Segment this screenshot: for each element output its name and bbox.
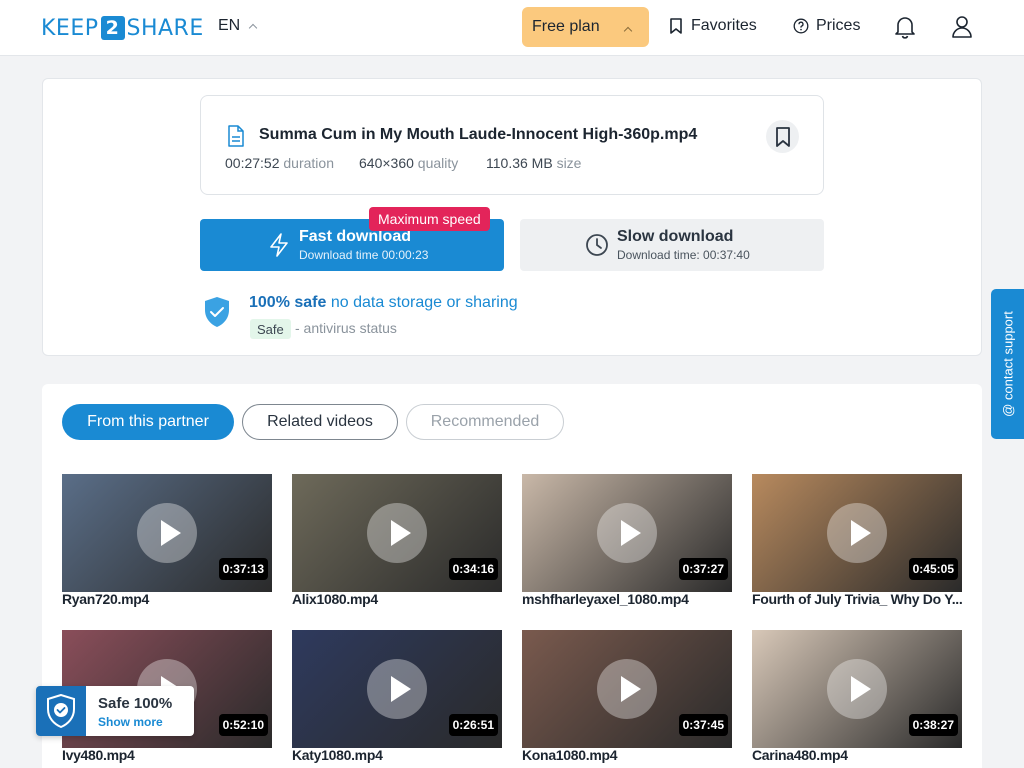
video-title[interactable]: Alix1080.mp4 (292, 591, 504, 607)
chevron-up-icon (623, 26, 633, 36)
bookmark-button[interactable] (766, 120, 799, 153)
top-header: KEEP 2 SHARE EN Free plan Favorites Pric… (0, 0, 1024, 56)
video-duration: 0:26:51 (448, 714, 498, 736)
video-duration: 0:37:27 (678, 558, 728, 580)
logo-text-mid: 2 (100, 16, 125, 40)
fast-download-time: Download time 00:00:23 (299, 248, 429, 262)
shield-check-icon (203, 296, 231, 333)
play-icon[interactable] (137, 503, 197, 563)
video-title[interactable]: Fourth of July Trivia_ Why Do Y... (752, 591, 964, 607)
user-icon[interactable] (951, 15, 973, 44)
play-icon[interactable] (827, 659, 887, 719)
slow-download-time: Download time: 00:37:40 (617, 248, 750, 262)
clock-icon (585, 233, 609, 262)
video-thumbnail[interactable]: 0:37:27 (522, 474, 732, 592)
prices-link[interactable]: Prices (793, 17, 860, 35)
safe-widget-title: Safe 100% (98, 695, 173, 712)
play-icon[interactable] (367, 503, 427, 563)
video-duration: 0:37:45 (678, 714, 728, 736)
keep2share-logo[interactable]: KEEP 2 SHARE (41, 15, 204, 41)
play-icon[interactable] (597, 659, 657, 719)
logo-text-left: KEEP (41, 15, 99, 41)
logo-text-right: SHARE (126, 15, 204, 41)
lightning-icon (268, 233, 290, 262)
video-duration: 0:37:13 (218, 558, 268, 580)
play-icon[interactable] (367, 659, 427, 719)
favorites-link[interactable]: Favorites (669, 17, 757, 35)
video-title[interactable]: Katy1080.mp4 (292, 747, 504, 763)
contact-support-label: @ contact support (1000, 311, 1015, 417)
video-thumbnail[interactable]: 0:37:45 (522, 630, 732, 748)
bell-icon[interactable] (894, 15, 916, 44)
max-speed-badge: Maximum speed (369, 207, 490, 231)
video-title[interactable]: Carina480.mp4 (752, 747, 964, 763)
chevron-up-icon (248, 23, 258, 32)
video-title[interactable]: mshfharleyaxel_1080.mp4 (522, 591, 734, 607)
free-plan-button[interactable]: Free plan (522, 7, 649, 47)
bookmark-icon (775, 126, 790, 147)
help-circle-icon (793, 18, 809, 34)
safe-widget[interactable]: Safe 100% Show more (36, 686, 194, 736)
safe-statement: 100% safe no data storage or sharing (249, 294, 518, 311)
bookmark-icon (670, 18, 682, 34)
contact-support-button[interactable]: @ contact support (991, 289, 1024, 439)
antivirus-status: - antivirus status (295, 320, 397, 336)
video-title[interactable]: Ryan720.mp4 (62, 591, 274, 607)
video-thumbnail[interactable]: 0:37:13 (62, 474, 272, 592)
language-selector[interactable]: EN (218, 17, 258, 35)
shield-check-icon (36, 686, 86, 736)
video-thumbnail[interactable]: 0:34:16 (292, 474, 502, 592)
tab-from-this-partner[interactable]: From this partner (62, 404, 234, 440)
language-label: EN (218, 17, 241, 34)
video-title[interactable]: Ivy480.mp4 (62, 747, 274, 763)
slow-download-title[interactable]: Slow download (617, 228, 733, 246)
favorites-label: Favorites (691, 17, 757, 34)
tab-related-videos[interactable]: Related videos (242, 404, 398, 440)
video-duration: 0:45:05 (908, 558, 958, 580)
video-duration: 0:38:27 (908, 714, 958, 736)
file-name: Summa Cum in My Mouth Laude-Innocent Hig… (259, 126, 698, 143)
video-title[interactable]: Kona1080.mp4 (522, 747, 734, 763)
video-duration: 0:34:16 (448, 558, 498, 580)
tab-recommended[interactable]: Recommended (406, 404, 564, 440)
video-thumbnail[interactable]: 0:26:51 (292, 630, 502, 748)
safe-tag: Safe (250, 319, 291, 339)
file-quality: 640×360 quality (359, 155, 459, 171)
file-size: 110.36 MB size (486, 155, 582, 171)
file-info-box (200, 95, 824, 195)
play-icon[interactable] (597, 503, 657, 563)
video-duration: 0:52:10 (218, 714, 268, 736)
video-thumbnail[interactable]: 0:45:05 (752, 474, 962, 592)
play-icon[interactable] (827, 503, 887, 563)
plan-label: Free plan (532, 18, 600, 35)
show-more-link[interactable]: Show more (98, 715, 163, 729)
prices-label: Prices (816, 17, 861, 34)
file-duration: 00:27:52 duration (225, 155, 334, 171)
video-thumbnail[interactable]: 0:38:27 (752, 630, 962, 748)
file-icon (227, 125, 245, 152)
